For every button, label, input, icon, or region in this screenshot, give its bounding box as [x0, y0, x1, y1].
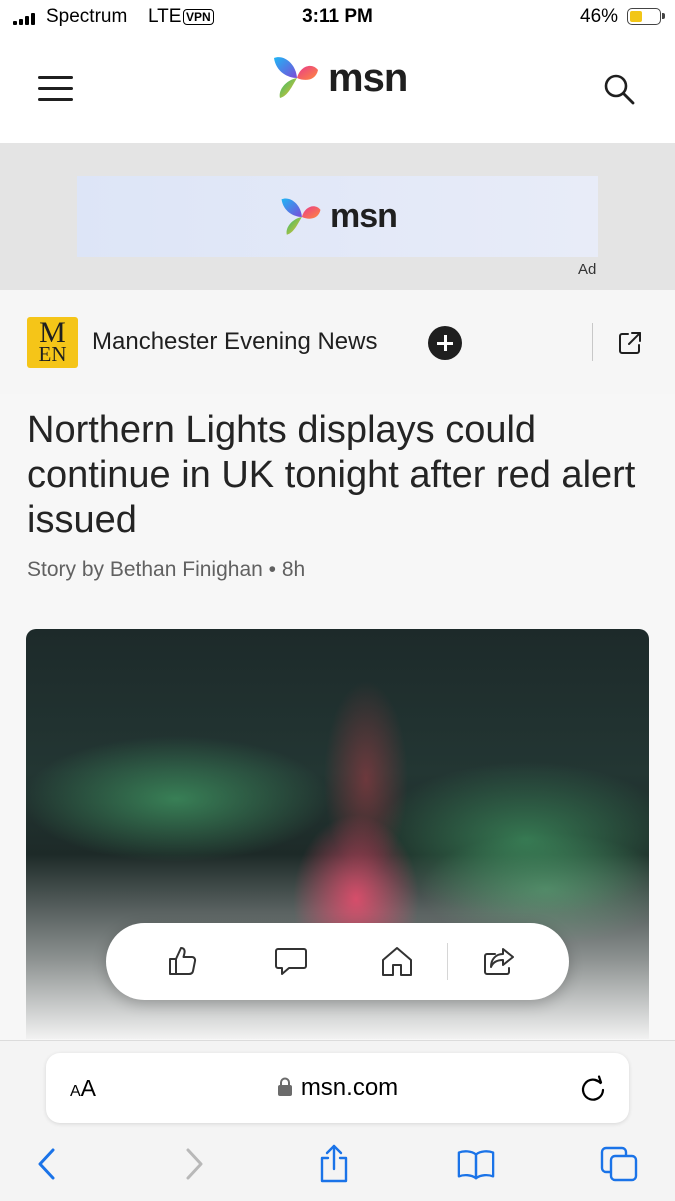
ad-area: msn Ad: [0, 143, 675, 290]
forward-icon[interactable]: [174, 1144, 214, 1184]
share-icon[interactable]: [314, 1144, 354, 1184]
address-bar[interactable]: AA msn.com: [46, 1053, 629, 1123]
carrier-name: Spectrum: [46, 6, 128, 27]
ad-banner[interactable]: msn: [77, 176, 598, 257]
logo-text: msn: [328, 55, 408, 100]
article-action-bar: [106, 923, 569, 1000]
vpn-badge: VPN: [183, 9, 214, 25]
battery-icon: [627, 8, 665, 25]
publisher-name[interactable]: Manchester Evening News: [92, 328, 377, 356]
msn-logo[interactable]: msn: [270, 52, 408, 104]
bookmarks-icon[interactable]: [456, 1144, 496, 1184]
comment-icon[interactable]: [270, 940, 312, 982]
url-text: msn.com: [300, 1074, 399, 1101]
butterfly-logo-icon: [274, 57, 318, 98]
publisher-logo[interactable]: M EN: [27, 317, 78, 368]
battery-percent: 46%: [580, 6, 619, 27]
search-icon[interactable]: [602, 72, 636, 106]
browser-toolbar: AA msn.com: [0, 1040, 675, 1201]
share-icon[interactable]: [478, 940, 520, 982]
article-byline: Story by Bethan Finighan • 8h: [27, 558, 306, 581]
action-divider: [447, 943, 448, 980]
home-icon[interactable]: [376, 940, 418, 982]
publisher-row: M EN Manchester Evening News: [0, 290, 675, 394]
divider: [592, 323, 593, 361]
site-header: msn: [0, 36, 675, 143]
publisher-logo-bottom: EN: [38, 342, 67, 366]
external-link-icon[interactable]: [617, 330, 643, 356]
thumbs-up-icon[interactable]: [162, 940, 204, 982]
article-headline: Northern Lights displays could continue …: [27, 409, 636, 541]
reload-icon[interactable]: [578, 1074, 608, 1104]
follow-publisher-button[interactable]: [428, 326, 462, 360]
status-bar: Spectrum LTE VPN 3:11 PM 46%: [0, 0, 675, 36]
hamburger-menu-icon[interactable]: [38, 76, 73, 102]
back-icon[interactable]: [27, 1144, 67, 1184]
ad-logo-text: msn: [330, 197, 398, 235]
tabs-icon[interactable]: [599, 1144, 639, 1184]
lock-icon: [277, 1077, 292, 1096]
ad-label: Ad: [578, 261, 597, 278]
signal-strength-icon: [13, 13, 35, 25]
butterfly-logo-icon: [281, 198, 321, 235]
network-type: LTE: [148, 6, 182, 27]
url-display[interactable]: msn.com: [46, 1074, 629, 1102]
